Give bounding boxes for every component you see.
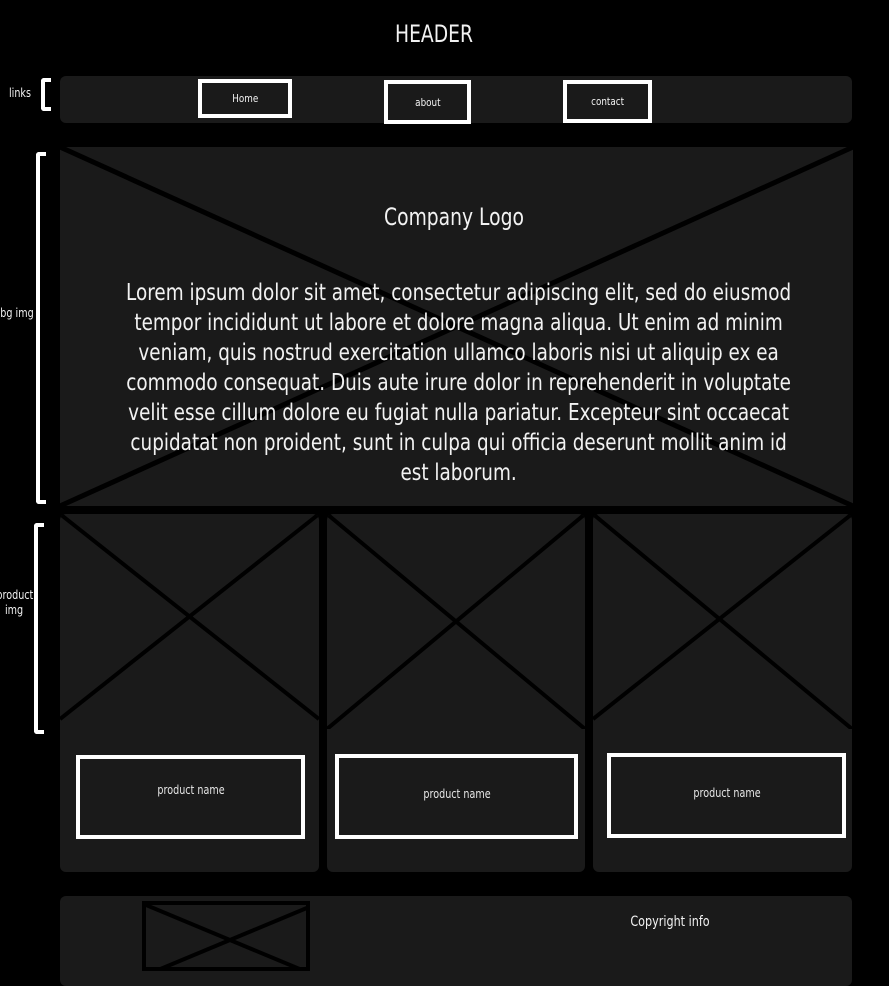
nav-link-home[interactable]: Home [198,79,292,118]
product-name-button[interactable]: product name [76,755,305,839]
product-name-button[interactable]: product name [335,754,578,839]
company-logo: Company Logo [384,203,524,231]
product-name-label: product name [692,786,761,800]
annotation-product-img-bracket [34,523,44,734]
product-name-label: product name [422,787,491,801]
nav-link-about[interactable]: about [384,80,471,124]
annotation-links-bracket [41,78,51,111]
annotation-links: links [9,86,31,100]
copyright-info: Copyright info [630,914,710,930]
nav-link-about-label: about [414,95,441,109]
page-header-title: HEADER [395,20,473,48]
annotation-bg-img: bg img [0,306,34,320]
nav-link-contact[interactable]: contact [563,80,652,123]
product-card[interactable]: product name [60,514,319,872]
footer-image-placeholder-cross [146,905,306,967]
product-name-button[interactable]: product name [607,753,846,838]
product-image-placeholder-cross [327,514,585,729]
product-card[interactable]: product name [327,514,585,872]
annotation-bg-img-bracket [36,152,46,504]
nav-link-contact-label: contact [591,95,624,108]
nav-link-home-label: Home [231,92,258,105]
product-card[interactable]: product name [593,514,852,872]
footer: Copyright info [60,896,852,986]
product-image-placeholder-cross [60,514,319,721]
nav-bar: Home about contact [60,76,852,124]
annotation-product-img: product img [0,588,34,617]
product-name-label: product name [156,783,225,797]
footer-image-placeholder [142,901,310,971]
hero-description: Lorem ipsum dolor sit amet, consectetur … [126,280,792,486]
product-image-placeholder-cross [593,514,852,729]
